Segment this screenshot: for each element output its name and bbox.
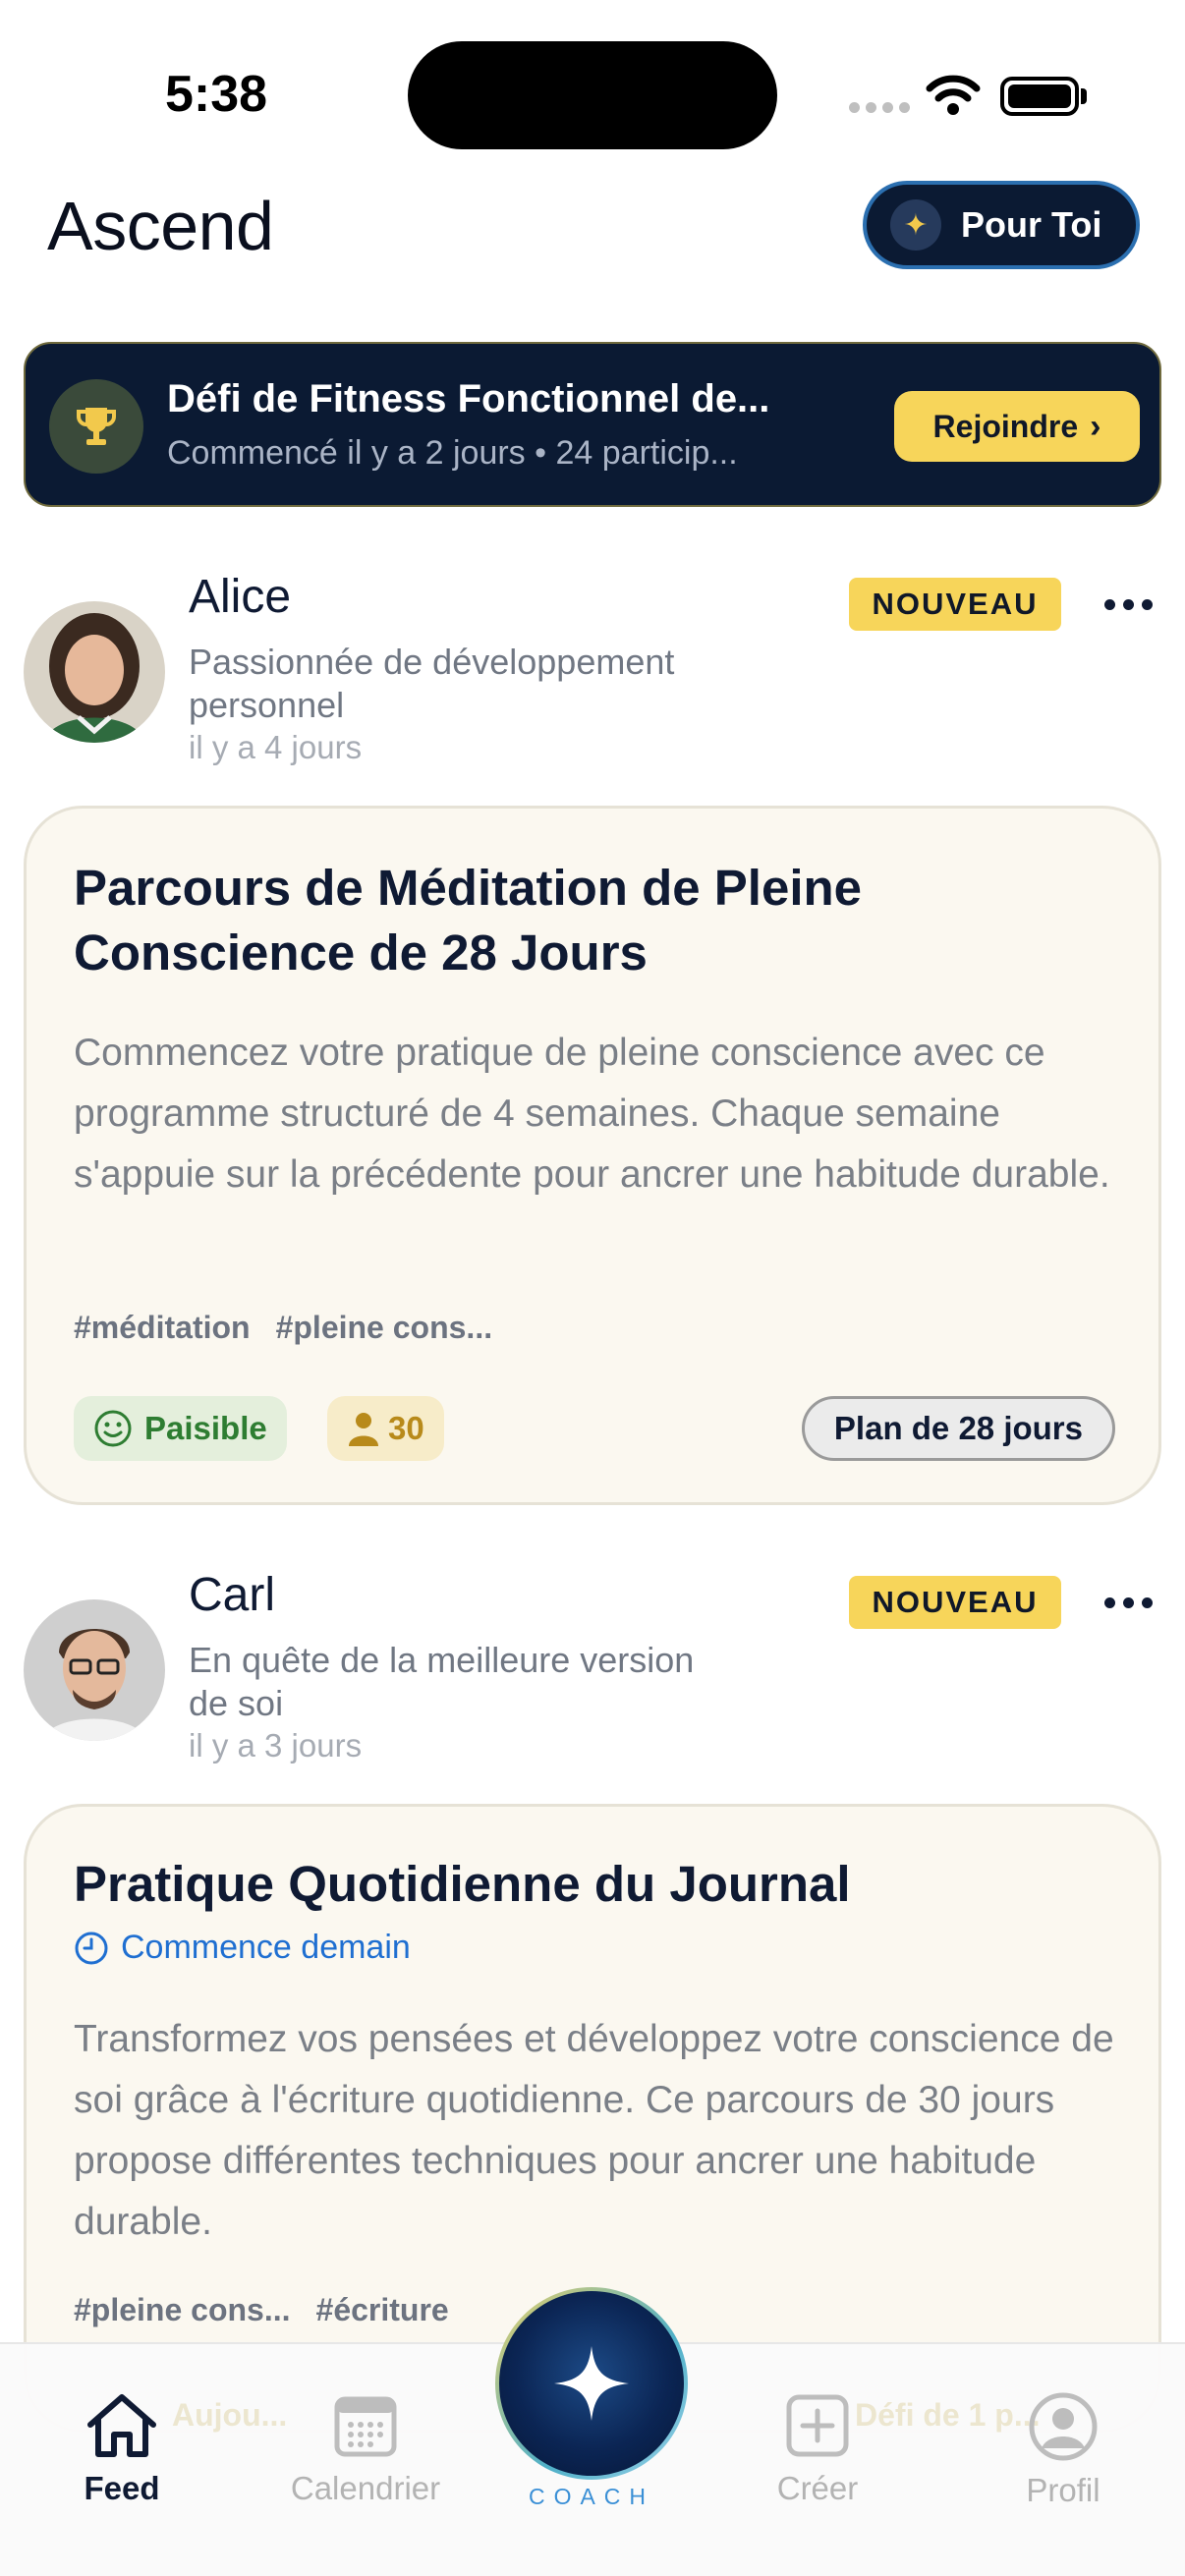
challenge-banner[interactable]: Défi de Fitness Fonctionnel de... Commen… [24, 342, 1161, 507]
mood-badge: Paisible [74, 1396, 287, 1461]
tab-label: Créer [776, 2470, 859, 2506]
sparkle-icon: ✦ [890, 199, 941, 251]
wifi-icon [926, 75, 981, 115]
author-name[interactable]: Alice [189, 570, 291, 624]
post-header: Carl En quête de la meilleure version de… [0, 1568, 1185, 1764]
participants-badge: 30 [327, 1396, 444, 1461]
post-time: il y a 3 jours [189, 1727, 363, 1764]
home-icon [87, 2394, 156, 2457]
tab-feed[interactable]: Feed [24, 2391, 220, 2507]
join-challenge-button[interactable]: Rejoindre › [894, 391, 1140, 462]
tab-label: Calendrier [290, 2470, 441, 2506]
tab-label: Feed [84, 2470, 160, 2506]
coach-button[interactable] [495, 2287, 688, 2480]
avatar[interactable] [24, 1599, 165, 1741]
plus-square-icon [786, 2394, 849, 2457]
new-badge: NOUVEAU [849, 1576, 1061, 1629]
plan-duration-badge: Plan de 28 jours [801, 1396, 1115, 1461]
for-you-button[interactable]: ✦ Pour Toi [863, 181, 1140, 269]
start-label: Commence demain [121, 1929, 411, 1966]
tag[interactable]: #écriture [316, 2292, 449, 2328]
post-description: Transformez vos pensées et développez vo… [74, 2018, 1114, 2243]
tab-label: Profil [1026, 2472, 1100, 2508]
calendar-icon [334, 2396, 397, 2457]
battery-cap [1081, 88, 1087, 104]
author-bio: Passionnée de développement personnel [189, 642, 675, 725]
more-options-button[interactable] [1104, 1597, 1153, 1608]
start-date: Commence demain [74, 1929, 411, 1967]
person-icon [349, 1413, 378, 1446]
challenge-subtitle: Commencé il y a 2 jours • 24 particip... [167, 434, 738, 472]
author-bio: En quête de la meilleure version de soi [189, 1640, 695, 1723]
participants-count: 30 [388, 1410, 424, 1446]
post-header: Alice Passionnée de développement person… [0, 570, 1185, 766]
mood-label: Paisible [144, 1410, 267, 1446]
for-you-label: Pour Toi [961, 204, 1102, 245]
post-description: Commencez votre pratique de pleine consc… [74, 1032, 1110, 1196]
tag[interactable]: #pleine cons... [276, 1310, 493, 1346]
more-options-button[interactable] [1104, 599, 1153, 610]
join-label: Rejoindre [932, 408, 1079, 444]
tab-create[interactable]: Créer [719, 2391, 916, 2507]
dynamic-island [408, 41, 777, 149]
tag-list: #méditation #pleine cons... [74, 1310, 492, 1346]
status-bar: 5:38 [0, 0, 1185, 177]
trophy-icon [49, 379, 143, 474]
post-title: Parcours de Méditation de Pleine Conscie… [74, 860, 863, 980]
battery-icon [1000, 77, 1079, 116]
new-badge: NOUVEAU [849, 578, 1061, 631]
post-time: il y a 4 jours [189, 729, 363, 765]
post-card[interactable]: Parcours de Méditation de Pleine Conscie… [24, 806, 1161, 1505]
smiley-icon [94, 1410, 132, 1447]
tag-list: #pleine cons... #écriture [74, 2292, 449, 2328]
chevron-right-icon: › [1090, 407, 1101, 445]
avatar[interactable] [24, 601, 165, 743]
status-time: 5:38 [165, 66, 268, 123]
tab-calendar[interactable]: Calendrier [267, 2391, 464, 2507]
coach-button-inner [499, 2291, 684, 2476]
tab-profile[interactable]: Profil [965, 2391, 1161, 2509]
tag[interactable]: #pleine cons... [74, 2292, 291, 2328]
post-title: Pratique Quotidienne du Journal [74, 1856, 851, 1912]
challenge-title: Défi de Fitness Fonctionnel de... [167, 377, 770, 420]
author-name[interactable]: Carl [189, 1568, 275, 1622]
profile-icon [1029, 2392, 1098, 2461]
coach-label: COACH [528, 2484, 655, 2509]
cellular-signal-icon [849, 102, 910, 113]
star-sparkle-icon [554, 2346, 629, 2421]
app-title: Ascend [47, 188, 274, 264]
clock-icon [75, 1932, 108, 1964]
tag[interactable]: #méditation [74, 1310, 251, 1346]
